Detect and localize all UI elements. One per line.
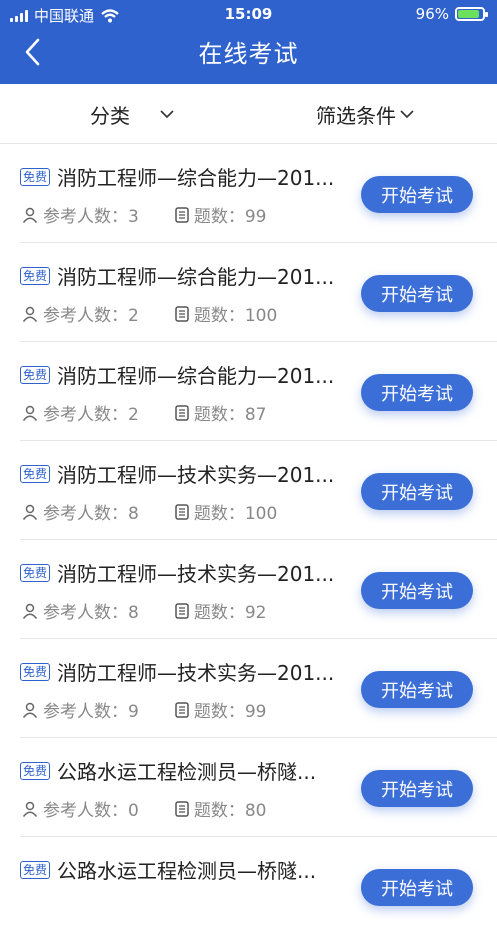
exam-item[interactable]: 免费 公路水运工程检测员—桥隧... 参考人数：0 题数：80 开始考试 [0, 738, 497, 837]
conditions-dropdown[interactable]: 筛选条件 [316, 100, 414, 129]
participants-count: 参考人数：2 [43, 306, 139, 326]
document-icon [175, 800, 189, 817]
start-exam-button[interactable]: 开始考试 [361, 275, 473, 312]
exam-item[interactable]: 免费 消防工程师—技术实务—201... 参考人数：8 题数：100 开始考试 [0, 441, 497, 540]
person-icon [22, 504, 38, 520]
start-exam-button[interactable]: 开始考试 [361, 869, 473, 906]
exam-item[interactable]: 免费 公路水运工程检测员—桥隧... 开始考试 [0, 837, 497, 936]
person-icon [22, 306, 38, 322]
battery-percent: 96% [415, 5, 449, 23]
exam-title: 消防工程师—技术实务—201... [57, 562, 335, 586]
participants-count: 参考人数：3 [43, 207, 139, 227]
chevron-down-icon [160, 110, 174, 119]
question-count: 题数：100 [193, 306, 278, 326]
exam-meta: 参考人数：8 题数：92 [22, 598, 266, 623]
participants-count: 参考人数：8 [43, 603, 139, 623]
question-count: 题数：80 [193, 801, 267, 821]
conditions-label: 筛选条件 [316, 104, 396, 128]
person-icon [22, 801, 38, 817]
exam-title: 公路水运工程检测员—桥隧... [57, 760, 317, 784]
status-bar: 中国联通 15:09 96% [0, 0, 497, 28]
exam-list: 免费 消防工程师—综合能力—201... 参考人数：3 题数：99 开始考试 免… [0, 144, 497, 936]
filter-bar: 分类 筛选条件 [0, 84, 497, 144]
free-badge: 免费 [20, 465, 51, 483]
start-exam-button[interactable]: 开始考试 [361, 572, 473, 609]
exam-title: 消防工程师—技术实务—201... [57, 661, 335, 685]
exam-item[interactable]: 免费 消防工程师—综合能力—201... 参考人数：2 题数：87 开始考试 [0, 342, 497, 441]
exam-title: 消防工程师—综合能力—201... [57, 166, 335, 190]
page-title: 在线考试 [198, 40, 299, 68]
exam-title: 消防工程师—技术实务—201... [57, 463, 335, 487]
document-icon [175, 503, 189, 520]
start-exam-button[interactable]: 开始考试 [361, 374, 473, 411]
free-badge: 免费 [20, 366, 51, 384]
exam-meta: 参考人数：2 题数：87 [22, 400, 266, 425]
question-count: 题数：87 [193, 405, 267, 425]
person-icon [22, 405, 38, 421]
free-badge: 免费 [20, 168, 51, 186]
person-icon [22, 207, 38, 223]
free-badge: 免费 [20, 861, 51, 879]
battery-icon [455, 7, 488, 21]
document-icon [175, 701, 189, 718]
start-exam-button[interactable]: 开始考试 [361, 671, 473, 708]
person-icon [22, 603, 38, 619]
exam-meta: 参考人数：0 题数：80 [22, 796, 266, 821]
free-badge: 免费 [20, 762, 51, 780]
exam-title: 消防工程师—综合能力—201... [57, 364, 335, 388]
document-icon [175, 602, 189, 619]
participants-count: 参考人数：8 [43, 504, 139, 524]
exam-meta: 参考人数：2 题数：100 [22, 301, 277, 326]
question-count: 题数：99 [193, 207, 267, 227]
document-icon [175, 404, 189, 421]
exam-item[interactable]: 免费 消防工程师—技术实务—201... 参考人数：9 题数：99 开始考试 [0, 639, 497, 738]
exam-meta: 参考人数：9 题数：99 [22, 697, 266, 722]
question-count: 题数：100 [193, 504, 278, 524]
question-count: 题数：92 [193, 603, 267, 623]
person-icon [22, 702, 38, 718]
category-dropdown[interactable]: 分类 [90, 100, 174, 129]
free-badge: 免费 [20, 267, 51, 285]
participants-count: 参考人数：2 [43, 405, 139, 425]
exam-title: 消防工程师—综合能力—201... [57, 265, 335, 289]
free-badge: 免费 [20, 564, 51, 582]
exam-item[interactable]: 免费 消防工程师—技术实务—201... 参考人数：8 题数：92 开始考试 [0, 540, 497, 639]
participants-count: 参考人数：0 [43, 801, 139, 821]
question-count: 题数：99 [193, 702, 267, 722]
exam-meta: 参考人数：3 题数：99 [22, 202, 266, 227]
free-badge: 免费 [20, 663, 51, 681]
document-icon [175, 206, 189, 223]
participants-count: 参考人数：9 [43, 702, 139, 722]
exam-item[interactable]: 免费 消防工程师—综合能力—201... 参考人数：2 题数：100 开始考试 [0, 243, 497, 342]
category-label: 分类 [90, 104, 130, 128]
exam-title: 公路水运工程检测员—桥隧... [57, 859, 317, 883]
start-exam-button[interactable]: 开始考试 [361, 770, 473, 807]
exam-meta: 参考人数：8 题数：100 [22, 499, 277, 524]
chevron-down-icon [400, 110, 414, 119]
document-icon [175, 305, 189, 322]
header: 中国联通 15:09 96% 在线考试 [0, 0, 497, 84]
exam-item[interactable]: 免费 消防工程师—综合能力—201... 参考人数：3 题数：99 开始考试 [0, 144, 497, 243]
start-exam-button[interactable]: 开始考试 [361, 176, 473, 213]
start-exam-button[interactable]: 开始考试 [361, 473, 473, 510]
